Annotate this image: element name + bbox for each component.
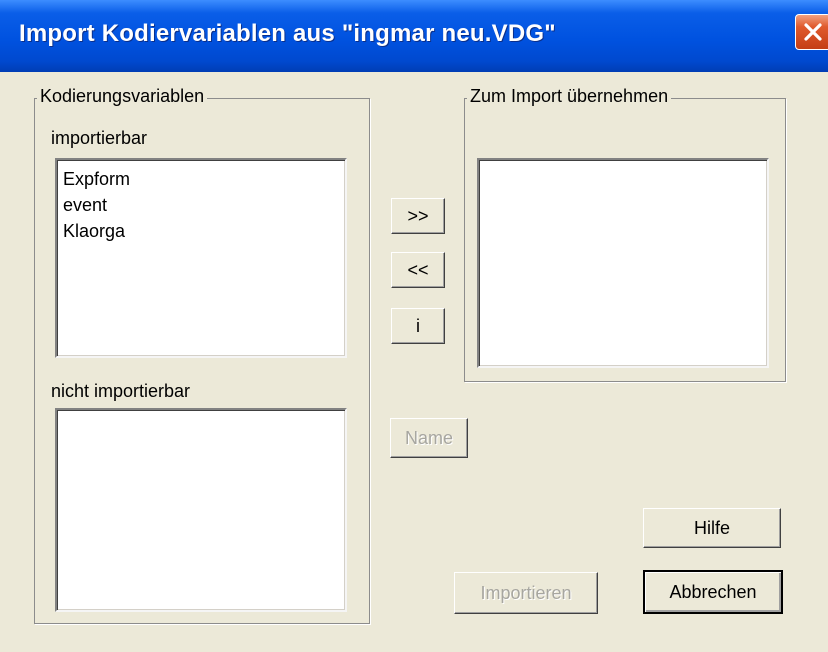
- import-target-listbox[interactable]: [477, 158, 769, 368]
- not-importable-listbox[interactable]: [55, 408, 347, 612]
- name-button[interactable]: Name: [390, 418, 468, 458]
- list-item[interactable]: Expform: [57, 166, 345, 192]
- zum-import-legend: Zum Import übernehmen: [467, 86, 672, 107]
- import-dialog: Import Kodiervariablen aus "ingmar neu.V…: [0, 0, 828, 652]
- close-button[interactable]: [795, 14, 828, 50]
- list-item[interactable]: event: [57, 192, 345, 218]
- add-button[interactable]: >>: [391, 198, 445, 234]
- not-importable-label: nicht importierbar: [51, 381, 191, 401]
- kodierungsvariablen-legend: Kodierungsvariablen: [37, 86, 208, 107]
- window-title: Import Kodiervariablen aus "ingmar neu.V…: [19, 20, 556, 47]
- list-item[interactable]: Klaorga: [57, 218, 345, 244]
- importable-listbox[interactable]: Expform event Klaorga: [55, 158, 347, 358]
- help-button[interactable]: Hilfe: [643, 508, 781, 548]
- cancel-button[interactable]: Abbrechen: [643, 570, 783, 614]
- close-icon: [804, 23, 822, 41]
- title-bar[interactable]: Import Kodiervariablen aus "ingmar neu.V…: [0, 0, 828, 72]
- importable-label: importierbar: [51, 128, 148, 148]
- import-button[interactable]: Importieren: [454, 572, 598, 614]
- info-button[interactable]: i: [391, 308, 445, 344]
- remove-button[interactable]: <<: [391, 252, 445, 288]
